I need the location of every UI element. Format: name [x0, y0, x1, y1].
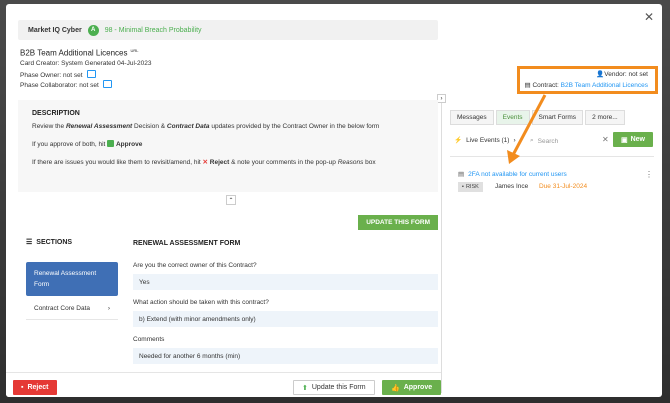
update-this-form-button[interactable]: ⬆ Update this Form [293, 380, 375, 395]
close-icon[interactable]: ✕ [644, 10, 654, 24]
phase-owner: Phase Owner: not set [20, 70, 96, 79]
clear-icon[interactable]: ✕ [602, 135, 609, 144]
reject-label: Reject [27, 384, 49, 391]
card-title: B2B Team Additional Licences URL [20, 48, 139, 58]
event-title-text: 2FA not available for current users [468, 170, 567, 178]
x-icon: ✕ [202, 159, 208, 166]
lock-icon: ▪ [462, 184, 464, 190]
highlight-box [517, 66, 658, 94]
chevron-up-icon[interactable]: ⌃ [226, 195, 236, 205]
form-answer[interactable]: Yes [133, 274, 438, 290]
reject-button[interactable]: ▪ Reject [13, 380, 57, 395]
live-events-label: Live Events (1) [466, 136, 510, 144]
card-title-text: B2B Team Additional Licences [20, 48, 128, 58]
description-line-1: Review the Renewal Assessment Decision &… [32, 123, 380, 130]
section-item-contract-core[interactable]: Contract Core Data › [26, 298, 118, 320]
form-answer[interactable]: Needed for another 6 months (min) [133, 348, 438, 364]
tab-messages[interactable]: Messages [450, 110, 494, 125]
form-question: Comments [133, 336, 165, 343]
right-tabs: Messages Events Smart Forms 2 more... [450, 110, 625, 125]
collapse-chevron-icon[interactable]: › [437, 94, 446, 103]
footer-bar: ▪ Reject ⬆ Update this Form 👍 Approve [6, 372, 442, 397]
description-line-2: If you approve of both, hit Approve [32, 140, 143, 148]
left-pane: DESCRIPTION Review the Renewal Assessmen… [18, 100, 438, 375]
new-event-button[interactable]: ▣ New [613, 132, 653, 147]
url-superscript[interactable]: URL [130, 48, 138, 53]
card-creator: Card Creator: System Generated 04-Jul-20… [20, 60, 152, 67]
tab-more[interactable]: 2 more... [585, 110, 625, 125]
grade-badge: A [87, 24, 99, 36]
card-modal: ✕ Market IQ Cyber A 98 - Minimal Breach … [6, 4, 662, 397]
menu-icon: ☰ [26, 239, 33, 246]
form-title: RENEWAL ASSESSMENT FORM [133, 240, 241, 247]
market-iq-banner: Market IQ Cyber A 98 - Minimal Breach Pr… [18, 20, 438, 40]
update-form-button[interactable]: UPDATE THIS FORM [358, 215, 438, 230]
sections-heading-text: SECTIONS [36, 238, 73, 246]
description-panel: DESCRIPTION Review the Renewal Assessmen… [18, 100, 438, 192]
new-label: New [630, 136, 646, 143]
calendar-icon: ▣ [620, 136, 628, 144]
event-due-date: Due 31-Jul-2024 [539, 183, 588, 190]
section-item-renewal[interactable]: Renewal Assessment Form [26, 262, 118, 296]
section-item-label: Contract Core Data [34, 305, 90, 312]
search-icon: ⌕ [530, 137, 534, 144]
phase-owner-text: Phase Owner: not set [20, 72, 83, 79]
search-placeholder: Search [537, 137, 559, 145]
approve-label: Approve [403, 384, 433, 391]
form-question: What action should be taken with this co… [133, 299, 269, 306]
edit-icon[interactable] [86, 70, 96, 78]
event-title[interactable]: ▤ 2FA not available for current users [458, 170, 567, 179]
risk-tag: ▪ RISK [458, 182, 483, 192]
tab-events[interactable]: Events [495, 110, 530, 125]
form-answer[interactable]: b) Extend (with minor amendments only) [133, 311, 438, 327]
edit-icon[interactable] [102, 80, 112, 88]
tab-smart-forms[interactable]: Smart Forms [531, 110, 584, 125]
right-pane: Messages Events Smart Forms 2 more... ⚡ L… [446, 100, 658, 390]
section-item-label: Renewal Assessment Form [34, 270, 97, 288]
arrow-up-circle-icon: ⬆ [302, 384, 308, 392]
description-line-3: If there are issues you would like them … [32, 159, 376, 166]
banner-score: 98 - Minimal Breach Probability [104, 26, 202, 34]
form-question: Are you the correct owner of this Contra… [133, 262, 257, 269]
banner-label: Market IQ Cyber [28, 26, 82, 34]
approve-button[interactable]: 👍 Approve [382, 380, 442, 395]
more-options-icon[interactable]: ⋮ [645, 170, 653, 179]
risk-tag-text: RISK [465, 184, 479, 190]
chevron-right-icon: › [513, 136, 516, 144]
bolt-icon: ⚡ [454, 137, 463, 144]
trash-icon: ▪ [21, 384, 24, 391]
divider [450, 156, 654, 157]
live-events-toggle[interactable]: ⚡ Live Events (1) › [454, 136, 516, 145]
checkmark-icon [107, 140, 115, 147]
chevron-right-icon: › [107, 305, 110, 312]
search-input[interactable]: ⌕ Search [530, 135, 596, 147]
thumbs-up-icon: 👍 [391, 384, 400, 392]
update-label: Update this Form [311, 384, 366, 391]
phase-collaborator: Phase Collaborator: not set [20, 80, 112, 89]
document-icon: ▤ [458, 171, 465, 178]
event-assignee: James Ince [495, 183, 529, 190]
pane-divider [441, 96, 442, 393]
description-heading: DESCRIPTION [32, 110, 80, 117]
phase-collaborator-text: Phase Collaborator: not set [20, 82, 99, 89]
sections-heading: ☰ SECTIONS [26, 238, 73, 247]
